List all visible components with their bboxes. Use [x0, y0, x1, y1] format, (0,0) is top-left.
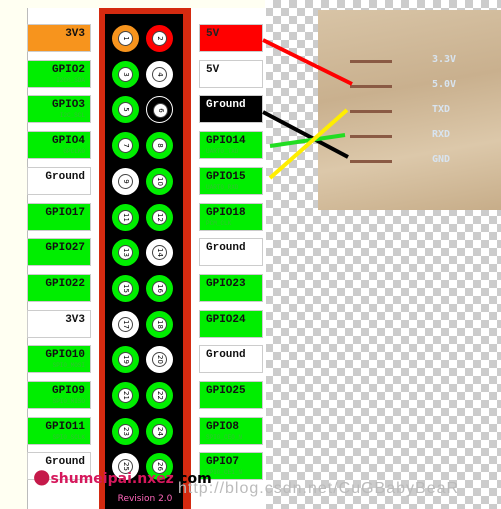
wire	[262, 38, 353, 86]
logo-text-2: .nxez	[131, 471, 174, 487]
wires	[262, 38, 353, 180]
raspberry-icon: ●	[33, 464, 51, 488]
logo-text-1: shumeipai	[50, 471, 132, 487]
watermark: http://blog.csdn.net/CuGBabyBeaR	[178, 480, 460, 497]
